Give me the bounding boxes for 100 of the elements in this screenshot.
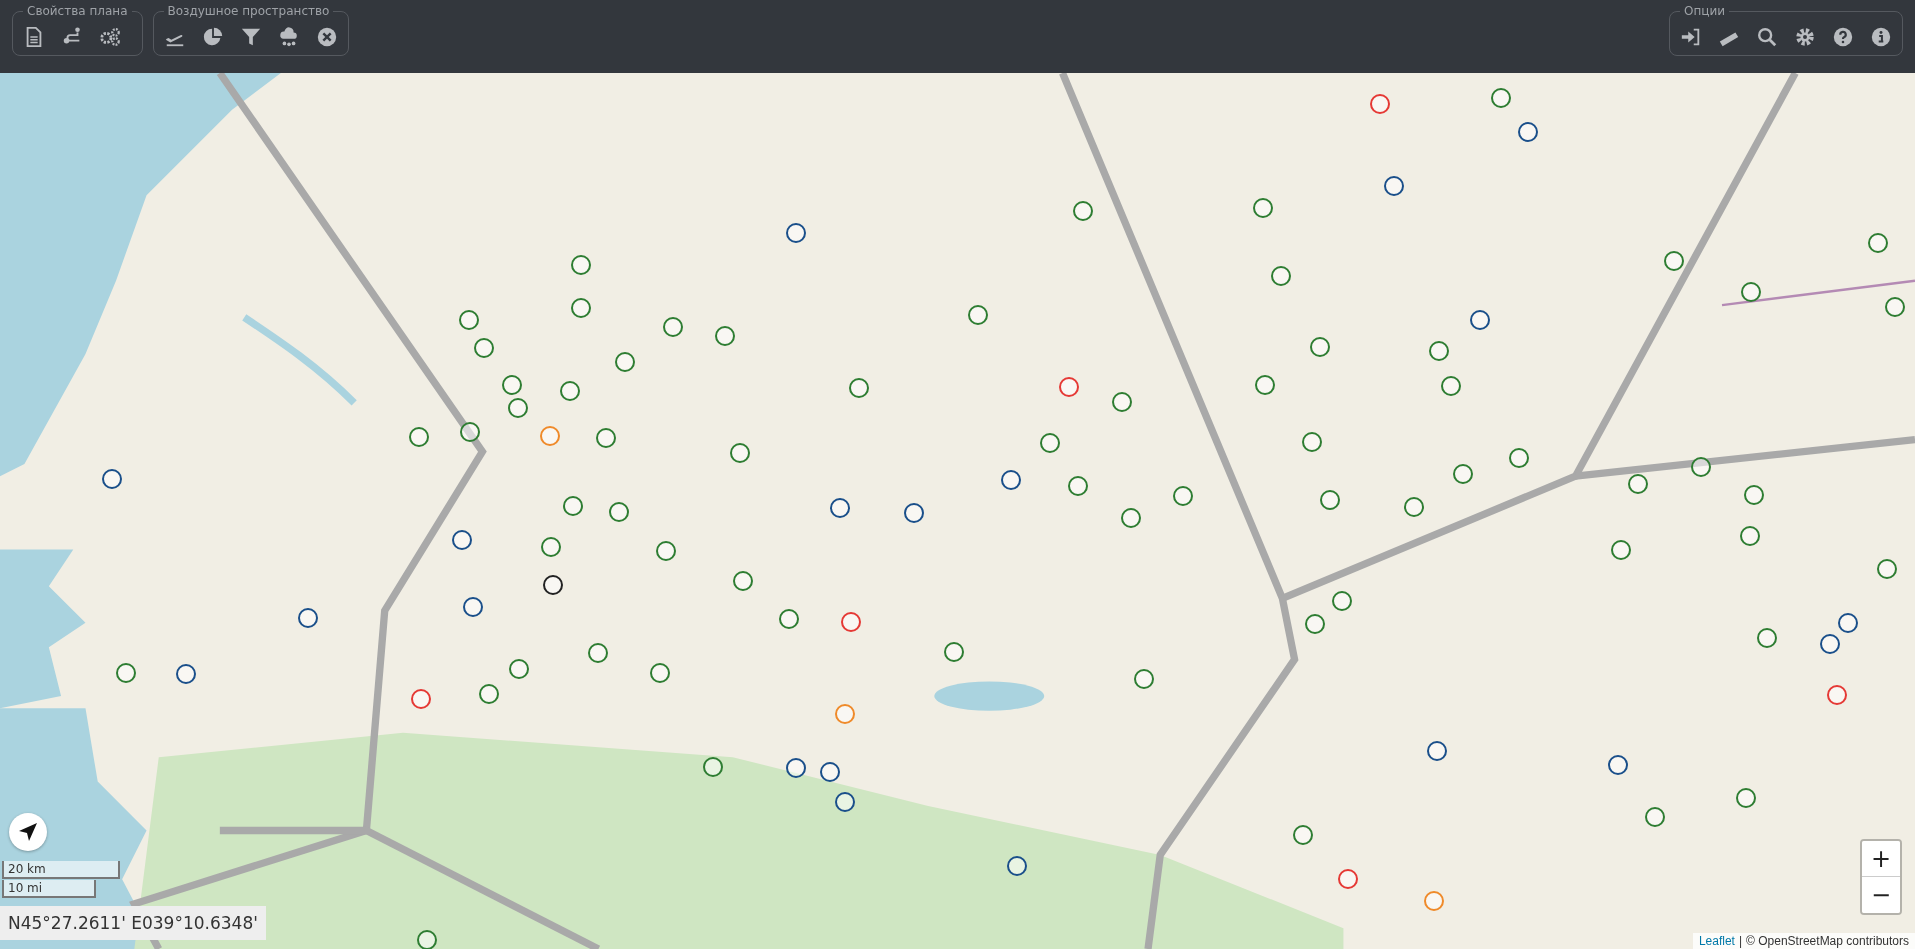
map-marker[interactable] (1885, 296, 1906, 317)
map-marker[interactable] (1736, 787, 1757, 808)
map-marker[interactable] (588, 643, 609, 664)
map-marker[interactable] (501, 374, 522, 395)
map-marker[interactable] (1427, 741, 1448, 762)
map-marker[interactable] (609, 501, 630, 522)
map-marker[interactable] (462, 597, 483, 617)
map-marker[interactable] (595, 428, 616, 449)
map-marker[interactable] (820, 761, 841, 782)
map-marker[interactable] (1627, 473, 1648, 494)
map-marker[interactable] (1068, 476, 1089, 497)
map-marker[interactable] (1332, 590, 1353, 611)
map-marker[interactable] (1301, 432, 1322, 453)
map-marker[interactable] (1058, 377, 1079, 398)
map-marker[interactable] (848, 378, 869, 399)
map-marker[interactable] (411, 688, 432, 709)
map-marker[interactable] (1490, 87, 1511, 108)
map-marker[interactable] (115, 662, 136, 683)
map-marker[interactable] (968, 305, 989, 326)
map-marker[interactable] (1743, 484, 1764, 505)
map-marker[interactable] (1040, 433, 1061, 454)
map-marker[interactable] (1868, 233, 1889, 254)
map-marker[interactable] (1320, 489, 1340, 510)
map-marker[interactable] (1453, 463, 1474, 484)
map-marker[interactable] (478, 683, 499, 704)
map-marker[interactable] (175, 664, 196, 685)
map-marker[interactable] (1757, 627, 1778, 648)
map-marker[interactable] (943, 642, 964, 663)
map-marker[interactable] (1120, 507, 1141, 528)
info-icon[interactable] (1870, 26, 1892, 48)
map-marker[interactable] (1404, 496, 1425, 517)
map-marker[interactable] (1007, 855, 1028, 876)
map-marker[interactable] (1073, 201, 1094, 222)
filter-icon[interactable] (239, 26, 262, 48)
map-marker[interactable] (1610, 539, 1631, 560)
map-marker[interactable] (571, 255, 592, 275)
map-marker[interactable] (562, 495, 583, 516)
map-marker[interactable] (451, 529, 472, 550)
search-icon[interactable] (1756, 26, 1778, 48)
map-marker[interactable] (730, 443, 751, 464)
map-marker[interactable] (1826, 684, 1847, 705)
map-marker[interactable] (543, 575, 564, 595)
map-marker[interactable] (1370, 93, 1391, 114)
map-marker[interactable] (1173, 485, 1194, 506)
map-marker[interactable] (417, 930, 438, 949)
map-marker[interactable] (1293, 825, 1314, 846)
map-marker[interactable] (1310, 336, 1331, 357)
map-marker[interactable] (703, 756, 724, 777)
map-marker[interactable] (615, 351, 636, 372)
map-marker[interactable] (1837, 612, 1858, 633)
map-marker[interactable] (1271, 266, 1292, 286)
map-marker[interactable] (662, 317, 683, 338)
map-marker[interactable] (715, 325, 736, 346)
map-marker[interactable] (509, 659, 530, 680)
login-icon[interactable] (1680, 26, 1702, 48)
close-icon[interactable] (315, 26, 338, 48)
map-marker[interactable] (1423, 891, 1444, 912)
map-marker[interactable] (102, 468, 123, 489)
map-marker[interactable] (571, 297, 592, 318)
cloud-icon[interactable] (277, 26, 300, 48)
map-marker[interactable] (830, 498, 851, 519)
map-marker[interactable] (1440, 375, 1461, 396)
pie-chart-icon[interactable] (201, 26, 224, 48)
map-marker[interactable] (1112, 391, 1133, 412)
map-marker[interactable] (1001, 469, 1022, 490)
map-marker[interactable] (473, 338, 494, 359)
map-marker[interactable] (786, 758, 807, 779)
gears-icon[interactable] (99, 26, 121, 48)
map-marker[interactable] (1644, 807, 1665, 828)
map-marker[interactable] (778, 609, 799, 630)
map-marker[interactable] (786, 223, 807, 244)
map-marker[interactable] (460, 422, 481, 443)
zoom-in-button[interactable]: + (1862, 841, 1900, 877)
map-marker[interactable] (1517, 121, 1538, 142)
leaflet-link[interactable]: Leaflet (1698, 934, 1735, 948)
map-marker[interactable] (1509, 448, 1530, 468)
map-marker[interactable] (903, 502, 924, 523)
map-marker[interactable] (649, 662, 670, 683)
map-marker[interactable] (1305, 614, 1326, 635)
map-marker[interactable] (1255, 374, 1276, 395)
map-marker[interactable] (1664, 251, 1685, 272)
map-marker[interactable] (655, 540, 676, 561)
settings-icon[interactable] (1794, 26, 1816, 48)
map-marker[interactable] (1134, 669, 1155, 690)
map-marker[interactable] (408, 427, 429, 448)
map-marker[interactable] (841, 611, 862, 632)
map-marker[interactable] (1608, 754, 1629, 775)
map-marker[interactable] (1876, 559, 1897, 580)
map-marker[interactable] (540, 537, 561, 558)
map-marker[interactable] (1691, 456, 1712, 477)
map-marker[interactable] (732, 571, 753, 592)
map-marker[interactable] (297, 607, 318, 628)
map-marker[interactable] (1428, 340, 1449, 361)
map-marker[interactable] (507, 397, 528, 418)
map-marker[interactable] (1740, 526, 1761, 547)
map-marker[interactable] (1470, 309, 1491, 330)
help-icon[interactable] (1832, 26, 1854, 48)
zoom-out-button[interactable]: − (1862, 877, 1900, 913)
map-marker[interactable] (1741, 281, 1762, 302)
map-marker[interactable] (458, 309, 479, 330)
